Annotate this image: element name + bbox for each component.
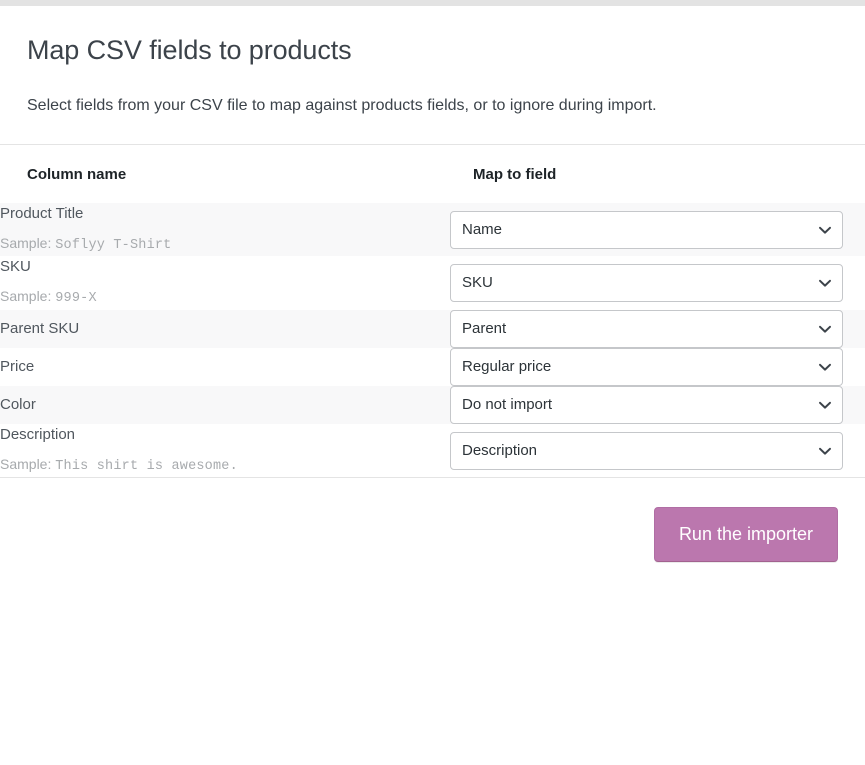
page-title: Map CSV fields to products (27, 35, 352, 65)
column-name-cell: Parent SKU (0, 310, 450, 348)
sample-value: This shirt is awesome. (55, 458, 238, 474)
map-field-cell: SKU (450, 256, 865, 309)
column-sample: Sample: 999-X (0, 285, 450, 310)
table-row: Description Sample: This shirt is awesom… (0, 423, 865, 478)
run-the-importer-button[interactable]: Run the importer (653, 507, 838, 563)
column-name-cell: SKU Sample: 999-X (0, 256, 450, 309)
map-field-select[interactable]: Regular price (450, 347, 843, 386)
column-name-label: Price (0, 357, 35, 375)
column-name-label: Color (0, 395, 36, 413)
column-name-label: Product Title (0, 205, 84, 223)
sample-value: 999-X (55, 291, 97, 307)
table-head: Column name Map to field (0, 145, 865, 204)
map-field-select[interactable]: Description (450, 431, 843, 470)
page-subtitle: Select fields from your CSV file to map … (27, 96, 657, 114)
map-field-select-wrapper: SKU (450, 264, 843, 303)
footer-actions: Run the importer (0, 478, 865, 563)
column-name-cell: Product Title Sample: Soflyy T-Shirt (0, 203, 450, 256)
map-field-select[interactable]: Parent (450, 309, 843, 348)
map-field-select-wrapper: Parent (450, 309, 843, 348)
sample-prefix: Sample: (0, 288, 52, 305)
sample-value: Soflyy T-Shirt (55, 237, 172, 253)
column-sample: Sample: This shirt is awesome. (0, 453, 450, 478)
map-field-select-wrapper: Do not import (450, 385, 843, 424)
table-row: SKU Sample: 999-X SKU (0, 256, 865, 310)
column-name-cell: Price (0, 348, 450, 386)
map-field-select[interactable]: SKU (450, 264, 843, 303)
map-field-select[interactable]: Do not import (450, 385, 843, 424)
column-name-label: Description (0, 425, 76, 443)
table-row: Product Title Sample: Soflyy T-Shirt Nam… (0, 203, 865, 257)
table-header-row: Column name Map to field (0, 145, 865, 204)
sample-prefix: Sample: (0, 234, 52, 251)
field-mapping-table: Column name Map to field Product Title S… (0, 145, 865, 478)
map-field-cell: Name (450, 203, 865, 256)
column-sample: Sample: Soflyy T-Shirt (0, 232, 450, 257)
importer-page: Map CSV fields to products Select fields… (0, 0, 865, 765)
map-field-select-wrapper: Regular price (450, 347, 843, 386)
map-field-select-wrapper: Name (450, 210, 843, 249)
sample-prefix: Sample: (0, 455, 52, 472)
column-name-cell: Color (0, 386, 450, 424)
map-field-cell: Description (450, 424, 865, 477)
column-name-label: SKU (0, 258, 31, 276)
page-header: Map CSV fields to products Select fields… (0, 6, 865, 144)
column-name-label: Parent SKU (0, 319, 80, 337)
table-row: Color Do not import (0, 385, 865, 424)
map-field-select[interactable]: Name (450, 210, 843, 249)
table-row: Price Regular price (0, 347, 865, 386)
map-field-select-wrapper: Description (450, 431, 843, 470)
column-name-cell: Description Sample: This shirt is awesom… (0, 424, 450, 477)
map-field-cell: Regular price (450, 347, 865, 386)
column-header-column-name: Column name (0, 145, 450, 204)
column-header-map-to-field: Map to field (450, 145, 865, 204)
table-body: Product Title Sample: Soflyy T-Shirt Nam… (0, 203, 865, 478)
map-field-cell: Do not import (450, 385, 865, 424)
table-row: Parent SKU Parent (0, 309, 865, 348)
map-field-cell: Parent (450, 309, 865, 348)
